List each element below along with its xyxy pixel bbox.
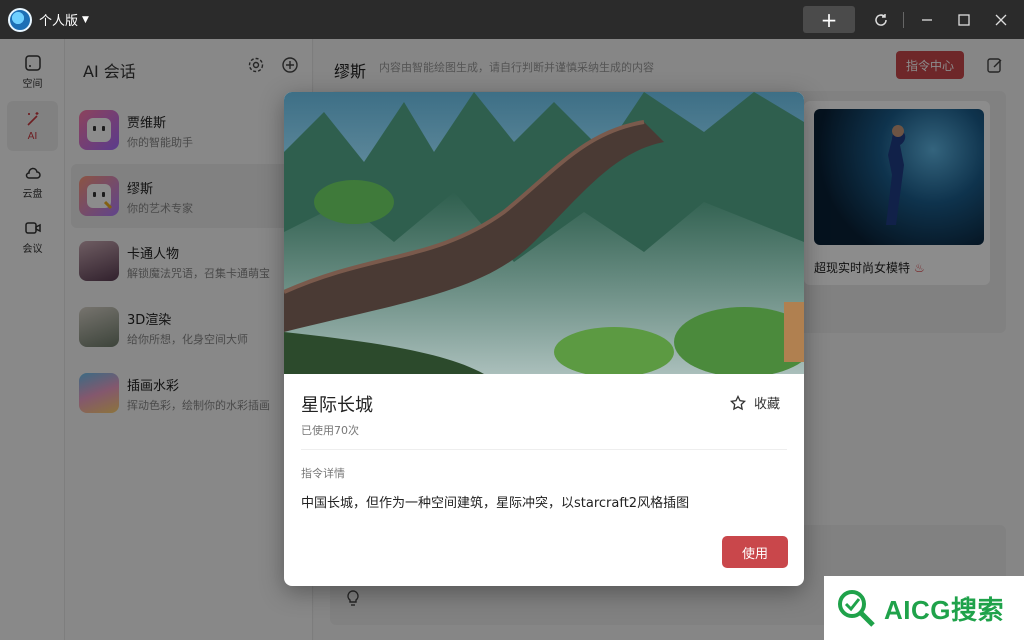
chevron-down-icon[interactable]: ▼ <box>82 15 89 25</box>
use-button[interactable]: 使用 <box>722 536 788 568</box>
great-wall-image <box>284 92 804 374</box>
favorite-label: 收藏 <box>754 397 781 412</box>
maximize-button[interactable] <box>954 10 974 30</box>
usage-count: 已使用70次 <box>301 424 359 437</box>
add-icon: + <box>820 7 838 32</box>
watermark-text: AICG搜索 <box>884 594 1005 625</box>
favorite-button[interactable]: 收藏 <box>730 393 780 412</box>
minimize-button[interactable] <box>917 10 937 30</box>
new-tab-button[interactable]: + <box>803 6 855 33</box>
magnifier-logo-icon <box>838 590 875 627</box>
maximize-icon <box>958 14 970 26</box>
prompt-detail-text: 中国长城，但作为一种空间建筑，星际冲突，以starcraft2风格插图 <box>301 496 690 511</box>
close-icon <box>995 14 1007 26</box>
titlebar-divider <box>903 12 904 28</box>
title-bar: 个人版 ▼ + <box>0 0 1024 39</box>
edition-label[interactable]: 个人版 <box>39 10 78 29</box>
modal-title: 星际长城 <box>301 395 373 416</box>
star-icon <box>730 394 746 410</box>
detail-label: 指令详情 <box>301 467 345 480</box>
prompt-detail-modal: 星际长城 收藏 已使用70次 指令详情 中国长城，但作为一种空间建筑，星际冲突，… <box>284 92 804 586</box>
modal-divider <box>301 449 787 450</box>
watermark: AICG搜索 <box>824 576 1024 640</box>
app-logo-icon[interactable] <box>8 7 32 32</box>
sync-icon <box>875 14 887 26</box>
close-button[interactable] <box>991 10 1011 30</box>
minimize-icon <box>922 19 932 21</box>
sync-button[interactable] <box>871 10 891 30</box>
